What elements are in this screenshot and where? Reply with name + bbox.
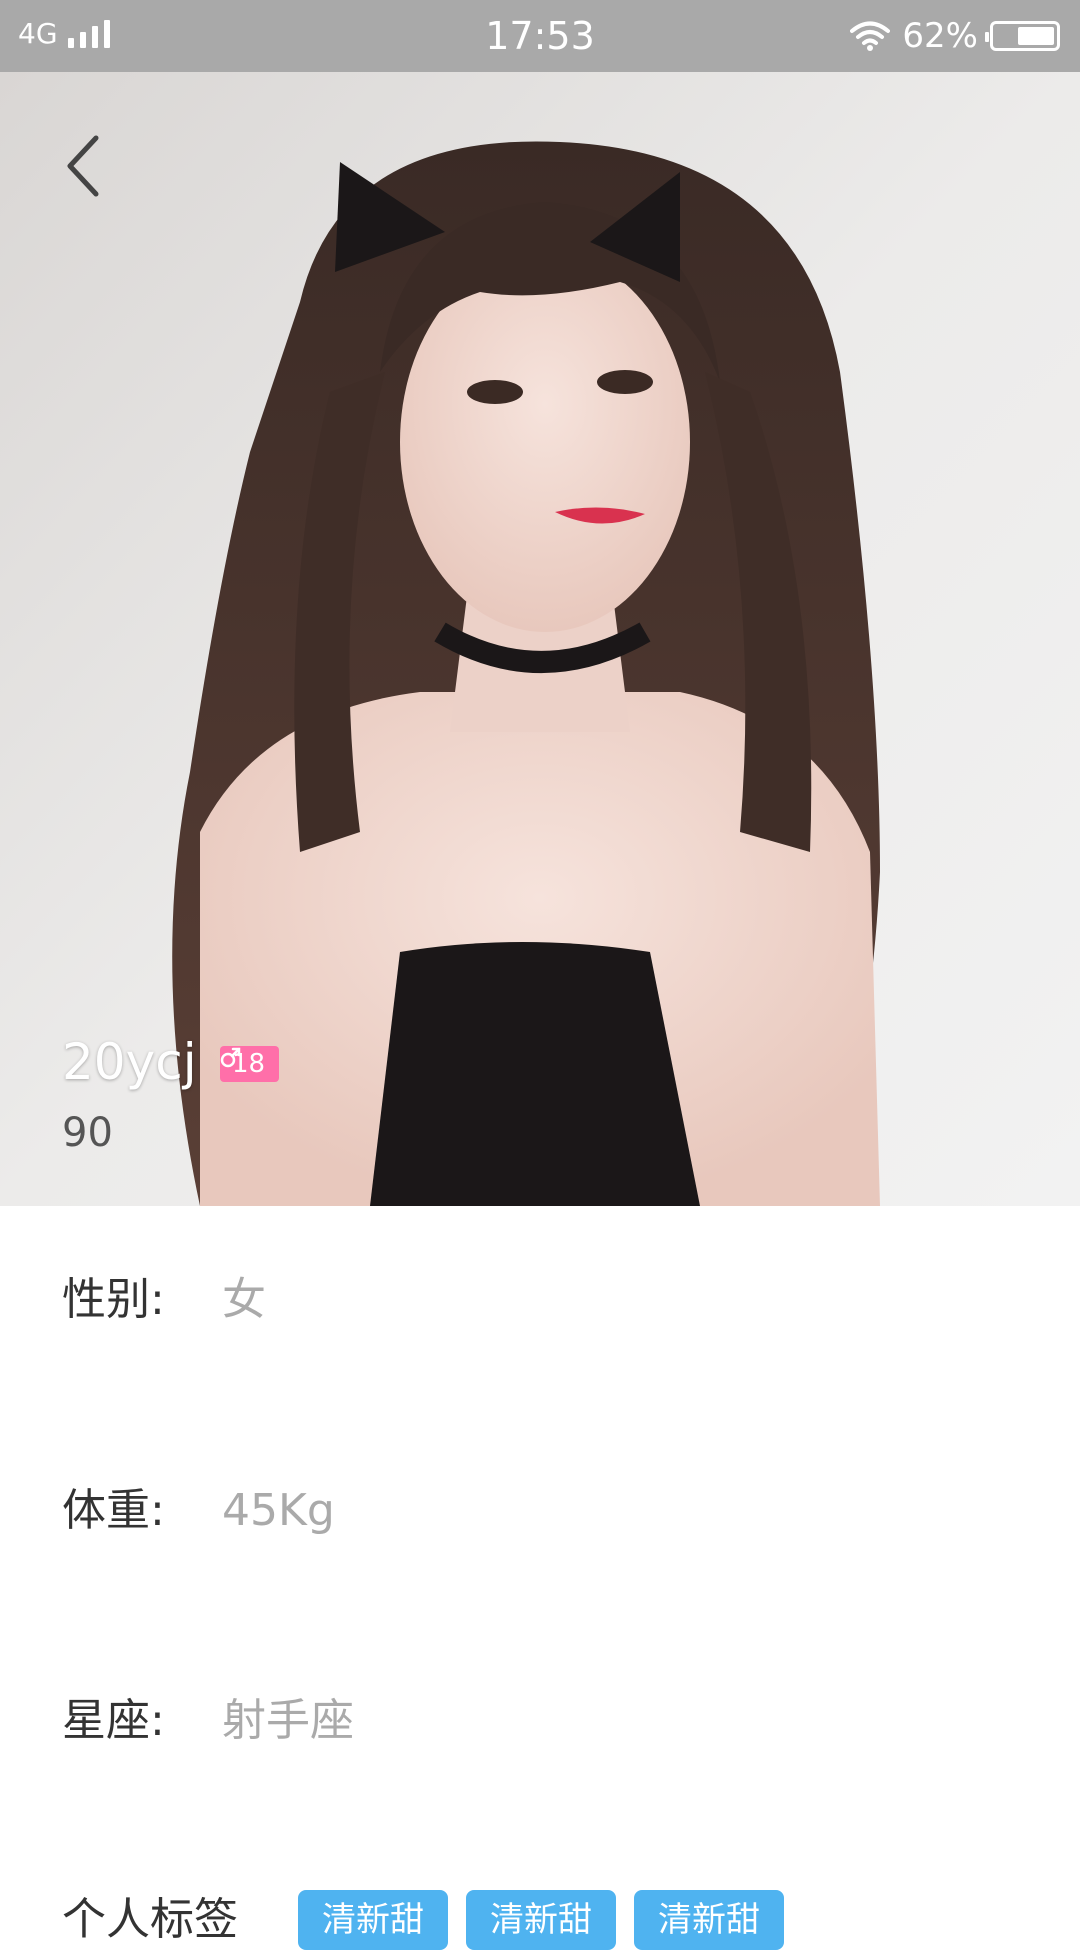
wifi-icon [850, 21, 891, 51]
zodiac-row: 星座: 射手座 [62, 1691, 354, 1751]
gender-row: 性别: 女 [62, 1270, 266, 1330]
tag[interactable]: 清新甜 [298, 1890, 448, 1950]
tag-list: 清新甜 清新甜 清新甜 [298, 1890, 802, 1950]
chevron-left-icon [67, 135, 99, 197]
profile-photo[interactable]: 20ycj 18 90 [0, 72, 1080, 1206]
zodiac-label: 星座: [62, 1695, 165, 1746]
battery-icon [985, 21, 1060, 51]
weight-label: 体重: [62, 1485, 165, 1536]
profile-sub-value: 90 [62, 1110, 113, 1156]
gender-value: 女 [222, 1274, 266, 1325]
gender-label: 性别: [62, 1274, 165, 1325]
battery-percent: 62% [902, 16, 978, 56]
tag[interactable]: 清新甜 [634, 1890, 784, 1950]
battery-level [1018, 27, 1054, 45]
male-icon [220, 1047, 241, 1068]
status-right: 62% [850, 16, 1060, 56]
status-bar: 4G 17:53 62% [0, 0, 1080, 72]
tags-label: 个人标签 [62, 1894, 238, 1945]
back-button[interactable] [56, 126, 116, 206]
weight-row: 体重: 45Kg [62, 1481, 335, 1541]
tag[interactable]: 清新甜 [466, 1890, 616, 1950]
username: 20ycj [62, 1033, 197, 1091]
zodiac-value: 射手座 [222, 1695, 354, 1746]
tags-row: 个人标签 清新甜 清新甜 清新甜 [62, 1890, 802, 1950]
weight-value: 45Kg [222, 1485, 335, 1536]
age-badge: 18 [220, 1046, 280, 1082]
